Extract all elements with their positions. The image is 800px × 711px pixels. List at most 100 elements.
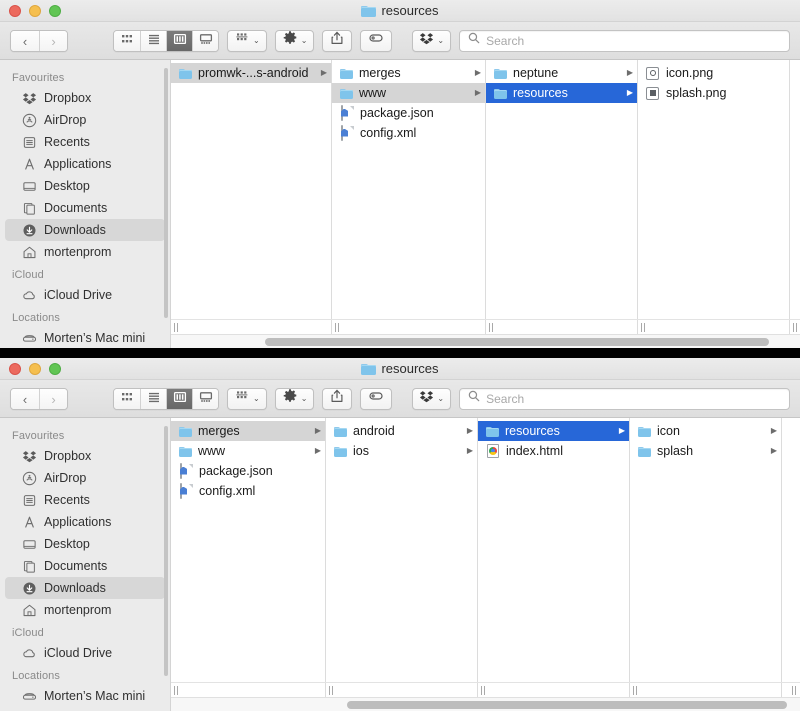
finder-window-top[interactable]: resources ‹ › ⌄ ⌄ ⌄ Search Favourites Dropbox Air… (0, 0, 800, 348)
file-column[interactable]: merges ▶ www ▶ package.json config.xml (332, 60, 486, 319)
file-row[interactable]: ios ▶ (326, 441, 477, 461)
minimize-button[interactable] (29, 362, 41, 375)
view-gallery-button[interactable] (192, 30, 218, 51)
sidebar-item-recents[interactable]: Recents (5, 489, 165, 511)
sidebar-item-dropbox[interactable]: Dropbox (5, 445, 165, 467)
column-resize-grip[interactable] (641, 322, 647, 332)
file-row[interactable]: splash.png (638, 83, 789, 103)
sidebar-item-icloud-drive[interactable]: iCloud Drive (5, 284, 165, 306)
view-gallery-button[interactable] (192, 388, 218, 409)
tags-button[interactable] (360, 387, 393, 410)
column-resize-grip[interactable] (329, 685, 335, 695)
minimize-button[interactable] (29, 4, 41, 17)
file-row[interactable]: package.json (332, 103, 485, 123)
sidebar-item-recents[interactable]: Recents (5, 131, 165, 153)
file-row[interactable]: android ▶ (326, 421, 477, 441)
sidebar-item-mortenprom[interactable]: mortenprom (5, 241, 165, 263)
sidebar-item-morten-s-iphone[interactable]: Morten’s iPhone⏏ (5, 707, 165, 711)
sidebar-item-downloads[interactable]: Downloads (5, 577, 165, 599)
sidebar-item-airdrop[interactable]: AirDrop (5, 109, 165, 131)
file-column[interactable]: icon.png splash.png (638, 60, 790, 319)
group-by-button[interactable]: ⌄ (227, 387, 267, 410)
view-icon-button[interactable] (114, 30, 140, 51)
view-list-button[interactable] (140, 30, 166, 51)
column-resize-grip[interactable] (793, 322, 799, 332)
sidebar[interactable]: Favourites Dropbox AirDrop Recents Applicati… (0, 418, 171, 711)
sidebar-scrollbar[interactable] (164, 426, 168, 676)
file-row[interactable]: package.json (171, 461, 325, 481)
sidebar-item-icloud-drive[interactable]: iCloud Drive (5, 642, 165, 664)
sidebar-item-mortenprom[interactable]: mortenprom (5, 599, 165, 621)
sidebar-item-airdrop[interactable]: AirDrop (5, 467, 165, 489)
file-row[interactable]: resources ▶ (478, 421, 629, 441)
tags-button[interactable] (360, 29, 393, 52)
back-button[interactable]: ‹ (11, 388, 39, 409)
share-button[interactable] (322, 29, 353, 52)
finder-window-bottom[interactable]: resources ‹ › ⌄ ⌄ ⌄ Search Favourites Dropbox Air… (0, 358, 800, 711)
column-resize-grip[interactable] (481, 685, 487, 695)
file-row[interactable]: index.html (478, 441, 629, 461)
file-row[interactable]: merges ▶ (171, 421, 325, 441)
action-menu-button[interactable]: ⌄ (274, 387, 315, 410)
sidebar-item-morten-s-mac-mini[interactable]: Morten’s Mac mini (5, 685, 165, 707)
file-row[interactable]: resources ▶ (486, 83, 637, 103)
file-row[interactable]: splash ▶ (630, 441, 781, 461)
file-row[interactable]: neptune ▶ (486, 63, 637, 83)
sidebar-item-desktop[interactable]: Desktop (5, 533, 165, 555)
share-button[interactable] (322, 387, 353, 410)
column-resize-grip[interactable] (335, 322, 341, 332)
sidebar-item-dropbox[interactable]: Dropbox (5, 87, 165, 109)
zoom-button[interactable] (49, 4, 61, 17)
file-row[interactable]: www ▶ (171, 441, 325, 461)
file-column[interactable]: icon ▶ splash ▶ (630, 418, 782, 682)
sidebar-item-documents[interactable]: Documents (5, 197, 165, 219)
column-resize-grip[interactable] (633, 685, 639, 695)
file-row[interactable]: icon ▶ (630, 421, 781, 441)
desktop-icon (21, 536, 37, 552)
zoom-button[interactable] (49, 362, 61, 375)
sidebar-item-desktop[interactable]: Desktop (5, 175, 165, 197)
horizontal-scrollbar[interactable] (171, 697, 800, 711)
horizontal-scrollbar-thumb[interactable] (347, 701, 788, 709)
view-column-button[interactable] (166, 388, 192, 409)
column-resize-grip[interactable] (174, 322, 180, 332)
file-row[interactable]: www ▶ (332, 83, 485, 103)
action-menu-button[interactable]: ⌄ (274, 29, 315, 52)
sidebar-item-downloads[interactable]: Downloads (5, 219, 165, 241)
file-row[interactable]: merges ▶ (332, 63, 485, 83)
view-list-button[interactable] (140, 388, 166, 409)
image-file-icon (646, 66, 660, 81)
column-resize-grip[interactable] (792, 685, 798, 695)
forward-button[interactable]: › (39, 30, 67, 51)
horizontal-scrollbar-thumb[interactable] (265, 338, 769, 346)
close-button[interactable] (9, 362, 21, 375)
file-column[interactable]: resources ▶ index.html (478, 418, 630, 682)
file-column[interactable]: neptune ▶ resources ▶ (486, 60, 638, 319)
search-field[interactable]: Search (459, 387, 790, 410)
search-field[interactable]: Search (459, 29, 790, 52)
column-resize-grip[interactable] (174, 685, 180, 695)
view-icon-button[interactable] (114, 388, 140, 409)
sidebar[interactable]: Favourites Dropbox AirDrop Recents Applicati… (0, 60, 171, 348)
file-row[interactable]: promwk-...s-android ▶ (171, 63, 331, 83)
file-column[interactable]: android ▶ ios ▶ (326, 418, 478, 682)
sidebar-item-morten-s-mac-mini[interactable]: Morten’s Mac mini (5, 327, 165, 348)
group-by-button[interactable]: ⌄ (227, 29, 267, 52)
sidebar-scrollbar[interactable] (164, 68, 168, 318)
file-row[interactable]: config.xml (332, 123, 485, 143)
horizontal-scrollbar[interactable] (171, 334, 800, 348)
file-column[interactable]: promwk-...s-android ▶ (171, 60, 332, 319)
sidebar-item-documents[interactable]: Documents (5, 555, 165, 577)
view-column-button[interactable] (166, 30, 192, 51)
sidebar-item-applications[interactable]: Applications (5, 153, 165, 175)
file-row[interactable]: icon.png (638, 63, 789, 83)
dropbox-menu-button[interactable]: ⌄ (412, 387, 452, 410)
forward-button[interactable]: › (39, 388, 67, 409)
close-button[interactable] (9, 4, 21, 17)
sidebar-item-applications[interactable]: Applications (5, 511, 165, 533)
column-resize-grip[interactable] (489, 322, 495, 332)
dropbox-menu-button[interactable]: ⌄ (412, 29, 452, 52)
file-row[interactable]: config.xml (171, 481, 325, 501)
file-column[interactable]: merges ▶ www ▶ package.json config.xml (171, 418, 326, 682)
back-button[interactable]: ‹ (11, 30, 39, 51)
